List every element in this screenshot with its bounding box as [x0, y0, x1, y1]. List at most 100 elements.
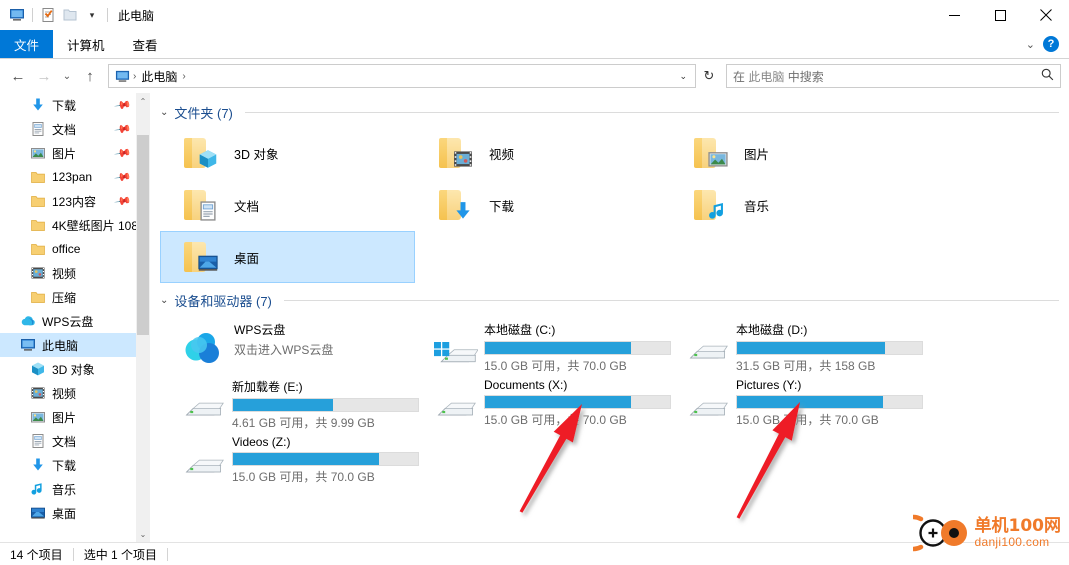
sidebar-item-11[interactable]: 3D 对象 — [0, 357, 150, 381]
folder-icon — [30, 289, 46, 305]
breadcrumb[interactable]: › 此电脑 › ⌄ — [108, 64, 696, 88]
sidebar-item-15[interactable]: 下载 — [0, 453, 150, 477]
folder-label: 3D 对象 — [234, 147, 279, 162]
search-icon[interactable] — [1041, 68, 1054, 84]
sidebar-scrollbar[interactable]: ⌃ ⌄ — [136, 93, 150, 542]
drive-item-1[interactable]: 本地磁盘 (C:) 15.0 GB 可用，共 70.0 GB — [412, 315, 671, 373]
drive-item-2[interactable]: 本地磁盘 (D:) 31.5 GB 可用，共 158 GB — [664, 315, 923, 373]
new-folder-icon[interactable] — [59, 4, 81, 26]
computer-icon[interactable] — [6, 4, 28, 26]
sidebar-item-label: 视频 — [52, 386, 77, 401]
sidebar-item-0[interactable]: 下载 📌 — [0, 93, 150, 117]
sidebar-item-label: 文档 — [52, 122, 77, 137]
tab-view[interactable]: 查看 — [119, 30, 172, 58]
video-icon — [30, 265, 46, 281]
folder-icon — [30, 193, 46, 209]
refresh-button[interactable]: ↻ — [698, 64, 720, 88]
folder-icon — [437, 186, 479, 224]
folder-label: 桌面 — [234, 251, 260, 266]
minimize-button[interactable] — [931, 0, 977, 30]
folder-item-0[interactable]: 3D 对象 — [160, 127, 415, 179]
up-button[interactable]: ↑ — [78, 64, 102, 88]
customize-dropdown-icon[interactable]: ▾ — [81, 4, 103, 26]
cube-icon — [30, 361, 46, 377]
drive-name: Videos (Z:) — [232, 435, 291, 449]
drive-usage-bar — [232, 452, 419, 466]
scroll-up-icon[interactable]: ⌃ — [136, 93, 150, 109]
pin-icon[interactable]: 📌 — [114, 192, 133, 211]
drive-item-4[interactable]: Documents (X:) 15.0 GB 可用，共 70.0 GB — [412, 372, 671, 429]
sidebar-item-8[interactable]: 压缩 — [0, 285, 150, 309]
drive-info: Pictures (Y:) 15.0 GB 可用，共 70.0 GB — [736, 376, 923, 428]
sidebar-item-2[interactable]: 图片 📌 — [0, 141, 150, 165]
properties-icon[interactable] — [37, 4, 59, 26]
sidebar-item-4[interactable]: 123内容 📌 — [0, 189, 150, 213]
devices-group-header[interactable]: ⌄ 设备和驱动器 (7) — [160, 289, 1059, 311]
sidebar-item-7[interactable]: 视频 — [0, 261, 150, 285]
document-icon — [30, 121, 46, 137]
sidebar-item-6[interactable]: office — [0, 237, 150, 261]
drive-icon — [182, 388, 224, 428]
search-input[interactable]: 在 此电脑 中搜索 — [726, 64, 1061, 88]
folder-item-4[interactable]: 下载 — [415, 179, 670, 231]
pin-icon[interactable]: 📌 — [114, 96, 133, 115]
drive-item-5[interactable]: Pictures (Y:) 15.0 GB 可用，共 70.0 GB — [664, 372, 923, 429]
download-icon — [30, 457, 46, 473]
folder-item-5[interactable]: 音乐 — [670, 179, 925, 231]
chevron-down-icon[interactable]: ⌄ — [1026, 38, 1035, 51]
help-icon[interactable]: ? — [1043, 36, 1059, 52]
path-dropdown-icon[interactable]: ⌄ — [679, 71, 691, 82]
scroll-down-icon[interactable]: ⌄ — [136, 526, 150, 542]
folder-item-1[interactable]: 视频 — [415, 127, 670, 179]
sidebar-item-label: 音乐 — [52, 482, 77, 497]
sidebar-item-9[interactable]: WPS云盘 — [0, 309, 150, 333]
sidebar-item-17[interactable]: 桌面 — [0, 501, 150, 525]
sidebar-item-5[interactable]: 4K壁纸图片 108 — [0, 213, 150, 237]
pin-icon[interactable]: 📌 — [114, 120, 133, 139]
drive-info: WPS云盘 双击进入WPS云盘 — [234, 319, 412, 358]
close-button[interactable] — [1023, 0, 1069, 30]
divider — [167, 547, 169, 561]
divider — [244, 111, 1059, 113]
drive-name: 本地磁盘 (D:) — [736, 323, 808, 337]
folders-group-header[interactable]: ⌄ 文件夹 (7) — [160, 101, 1059, 123]
breadcrumb-item-this-pc[interactable]: 此电脑 — [138, 68, 180, 85]
chevron-down-icon[interactable]: ⌄ — [160, 107, 168, 118]
sidebar-item-1[interactable]: 文档 📌 — [0, 117, 150, 141]
folder-item-6[interactable]: 桌面 — [160, 231, 415, 283]
video-icon — [451, 148, 475, 170]
divider — [72, 547, 74, 561]
sidebar-item-13[interactable]: 图片 — [0, 405, 150, 429]
sidebar-item-16[interactable]: 音乐 — [0, 477, 150, 501]
scrollbar-thumb[interactable] — [137, 135, 149, 335]
drive-item-6[interactable]: Videos (Z:) 15.0 GB 可用，共 70.0 GB — [160, 429, 419, 486]
drive-capacity-text: 15.0 GB 可用，共 70.0 GB — [232, 470, 375, 484]
maximize-button[interactable] — [977, 0, 1023, 30]
forward-button[interactable]: → — [32, 64, 56, 88]
breadcrumb-separator: › — [133, 70, 137, 82]
folder-item-2[interactable]: 图片 — [670, 127, 925, 179]
chevron-down-icon[interactable]: ⌄ — [160, 295, 168, 306]
back-button[interactable]: ← — [6, 64, 30, 88]
drive-item-3[interactable]: 新加载卷 (E:) 4.61 GB 可用，共 9.99 GB — [160, 372, 419, 430]
sidebar-item-label: 视频 — [52, 266, 77, 281]
computer-icon — [20, 337, 36, 353]
folder-item-3[interactable]: 文档 — [160, 179, 415, 231]
sidebar-item-14[interactable]: 文档 — [0, 429, 150, 453]
pin-icon[interactable]: 📌 — [114, 168, 133, 187]
sidebar-item-3[interactable]: 123pan 📌 — [0, 165, 150, 189]
tab-computer[interactable]: 计算机 — [53, 30, 119, 58]
divider — [32, 8, 33, 22]
sidebar-item-10[interactable]: 此电脑 — [0, 333, 150, 357]
folder-icon — [182, 238, 224, 276]
sidebar-item-12[interactable]: 视频 — [0, 381, 150, 405]
tab-file[interactable]: 文件 — [0, 30, 54, 58]
desktop-icon — [30, 505, 46, 521]
file-list-pane: ⌄ 文件夹 (7) 3D 对象 视频 图片 文档 下载 音乐 桌面 ⌄ 设备和驱… — [150, 93, 1069, 542]
breadcrumb-separator[interactable]: › — [180, 71, 187, 82]
quick-access-toolbar[interactable]: ▾ — [6, 4, 112, 26]
drive-info: 新加载卷 (E:) 4.61 GB 可用，共 9.99 GB — [232, 376, 419, 431]
recent-locations-button[interactable]: ⌄ — [58, 64, 76, 88]
pin-icon[interactable]: 📌 — [114, 144, 133, 163]
drive-item-0[interactable]: WPS云盘 双击进入WPS云盘 — [160, 315, 412, 372]
